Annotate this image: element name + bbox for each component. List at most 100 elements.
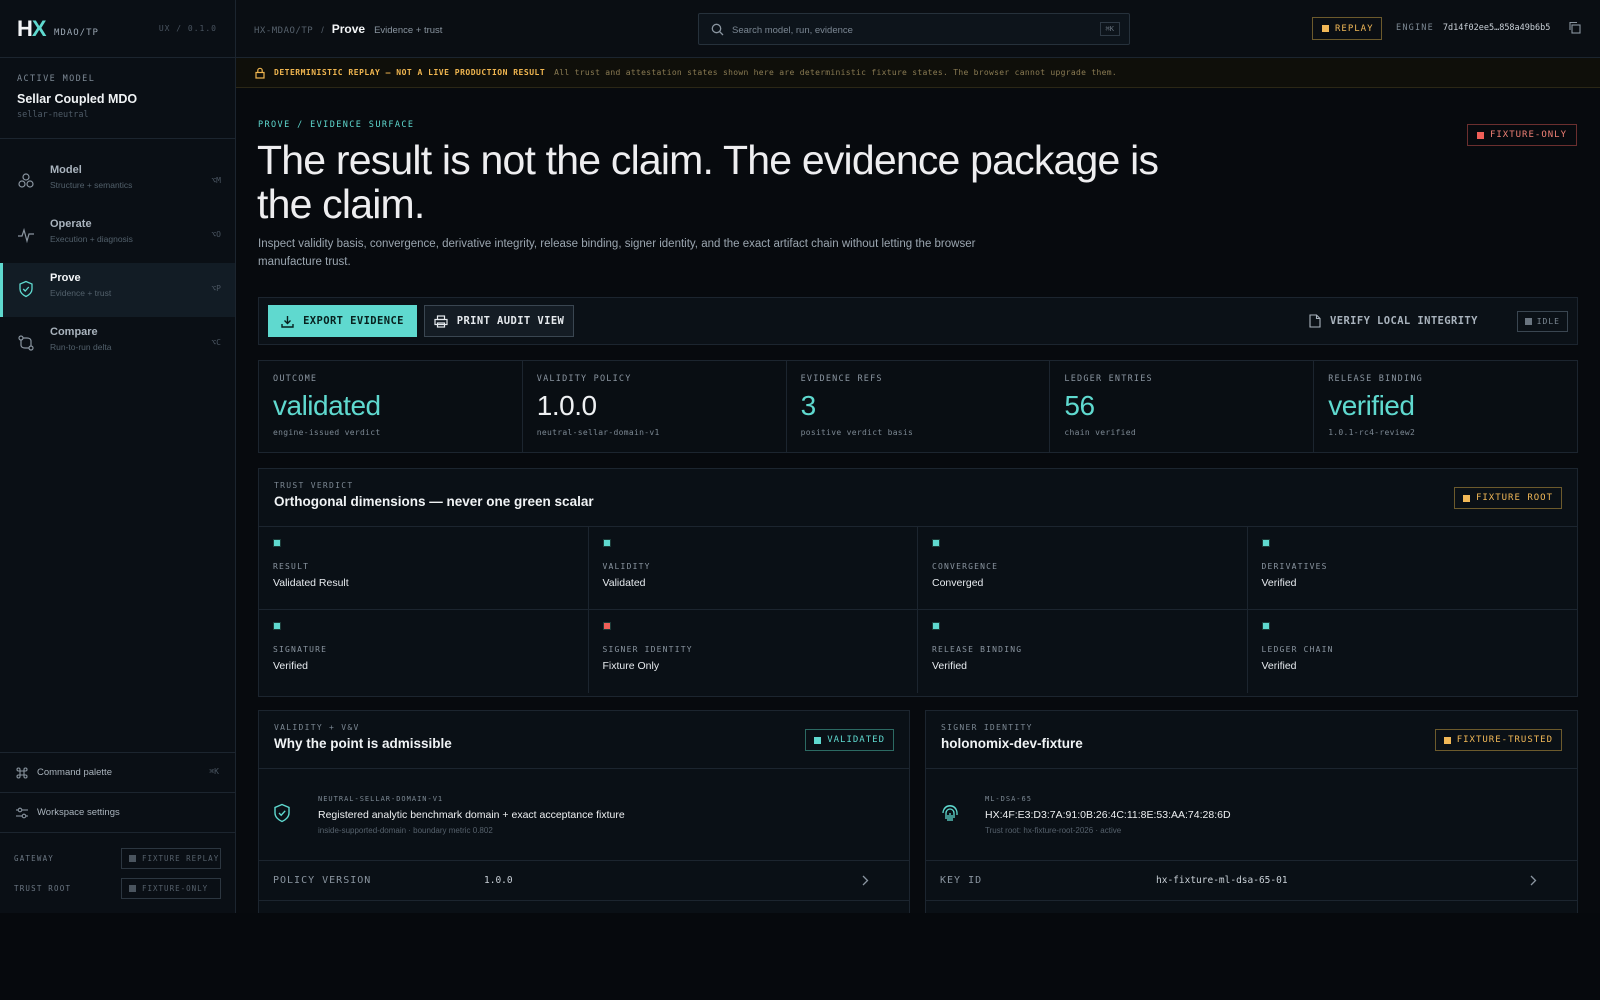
page-description: Inspect validity basis, convergence, der… xyxy=(258,238,976,268)
shortcut-hint: ⌥C xyxy=(211,338,221,347)
command-palette-button[interactable]: Command palette ⌘K xyxy=(0,752,235,792)
lock-icon xyxy=(255,67,265,79)
print-audit-view-button[interactable]: PRINT AUDIT VIEW xyxy=(424,305,574,337)
breadcrumb-root[interactable]: HX-MDAO/TP xyxy=(254,26,313,36)
active-model-name: Sellar Coupled MDO xyxy=(17,92,138,106)
fixture-trusted-badge: FIXTURE-TRUSTED xyxy=(1434,729,1562,751)
policy-version-row[interactable]: POLICY VERSION 1.0.0 xyxy=(259,861,909,901)
brand-header: HX MDAO/TP UX / 0.1.0 xyxy=(0,0,235,58)
engine-info: ENGINE 7d14f02ee5…858a49b6b5 xyxy=(1396,23,1550,33)
brand-subtitle: MDAO/TP xyxy=(54,28,99,38)
panel-eyebrow: VALIDITY + V&V xyxy=(274,723,360,732)
hx-logo[interactable]: HX xyxy=(17,16,47,42)
validity-panel: VALIDITY + V&V Why the point is admissib… xyxy=(258,710,910,913)
metric-sub: chain verified xyxy=(1064,428,1137,437)
replay-warning-banner: DETERMINISTIC REPLAY — NOT A LIVE PRODUC… xyxy=(236,58,1600,88)
metric-value: 3 xyxy=(800,390,817,421)
trust-cell-release-binding: RELEASE BINDING Verified xyxy=(918,610,1248,693)
shield-check-icon xyxy=(19,280,33,298)
export-evidence-button[interactable]: EXPORT EVIDENCE xyxy=(268,305,417,337)
compare-icon xyxy=(18,335,34,351)
engine-hash: 7d14f02ee5…858a49b6b5 xyxy=(1442,23,1551,33)
metric-sub: positive verdict basis xyxy=(800,428,914,437)
sidebar: HX MDAO/TP UX / 0.1.0 ACTIVE MODEL Sella… xyxy=(0,0,236,913)
metric-value: verified xyxy=(1328,390,1415,421)
status-dot xyxy=(932,622,940,630)
trust-root-status-row: TRUST ROOT FIXTURE-ONLY xyxy=(14,873,221,903)
shortcut-hint: ⌘K xyxy=(209,767,219,776)
dimension-value: Validated xyxy=(602,577,646,589)
integrity-status-badge: IDLE xyxy=(1516,311,1568,332)
workspace-settings-label: Workspace settings xyxy=(37,807,120,818)
policy-tag: NEUTRAL-SELLAR-DOMAIN-V1 xyxy=(318,795,444,803)
metric-sub: 1.0.1-rc4-review2 xyxy=(1328,428,1416,437)
printer-icon xyxy=(434,314,448,328)
search-icon xyxy=(711,23,724,36)
sidebar-item-sub: Execution + diagnosis xyxy=(50,234,133,244)
metric-validity-policy: VALIDITY POLICY 1.0.0 neutral-sellar-dom… xyxy=(523,361,787,452)
search-box[interactable]: ⌘K xyxy=(698,13,1130,45)
engine-label: ENGINE xyxy=(1396,23,1434,33)
breadcrumb-sub: Evidence + trust xyxy=(374,25,443,36)
trust-verdict-panel: TRUST VERDICT Orthogonal dimensions — ne… xyxy=(258,468,1578,697)
dimension-value: Converged xyxy=(932,577,984,589)
sidebar-item-prove[interactable]: Prove Evidence + trust ⌥P xyxy=(0,263,235,317)
metric-label: RELEASE BINDING xyxy=(1328,374,1423,384)
trust-dimension-grid: RESULT Validated Result VALIDITY Validated… xyxy=(259,527,1577,693)
panel-title: Orthogonal dimensions — never one green … xyxy=(274,494,594,509)
validity-basis-sub: inside-supported-domain · boundary metri… xyxy=(318,826,493,835)
chevron-right-icon xyxy=(862,875,869,886)
molecule-icon xyxy=(18,173,34,188)
dimension-value: Verified xyxy=(932,660,968,672)
panel-title: Why the point is admissible xyxy=(274,736,452,751)
active-model-label: ACTIVE MODEL xyxy=(17,74,96,84)
metric-label: VALIDITY POLICY xyxy=(536,374,632,384)
sidebar-item-title: Model xyxy=(50,164,82,176)
dimension-value: Verified xyxy=(273,660,309,672)
shortcut-hint: ⌥O xyxy=(211,230,221,239)
search-shortcut: ⌘K xyxy=(1099,22,1120,36)
metric-ledger-entries: LEDGER ENTRIES 56 chain verified xyxy=(1050,361,1315,452)
gateway-badge: FIXTURE REPLAY xyxy=(121,847,221,869)
status-dot xyxy=(602,622,611,630)
dimension-value: Verified xyxy=(1261,660,1297,672)
sidebar-item-model[interactable]: Model Structure + semantics ⌥M xyxy=(0,155,235,209)
search-input[interactable] xyxy=(732,22,1072,38)
breadcrumb-separator: / xyxy=(321,25,324,35)
verify-local-integrity-button[interactable]: VERIFY LOCAL INTEGRITY xyxy=(1309,314,1478,328)
row-label: KEY ID xyxy=(940,875,983,886)
shield-check-icon xyxy=(274,803,290,823)
dimension-label: VALIDITY xyxy=(602,562,651,571)
topbar: HX-MDAO/TP / Prove Evidence + trust ⌘K R… xyxy=(236,0,1600,58)
download-icon xyxy=(281,315,294,328)
banner-text: All trust and attestation states shown h… xyxy=(554,68,1117,77)
panel-eyebrow: TRUST VERDICT xyxy=(274,481,354,490)
dimension-label: CONVERGENCE xyxy=(932,562,999,571)
signer-fingerprint: ML-DSA-65 HX:4F:E3:D3:7A:91:0B:26:4C:11:… xyxy=(926,769,1577,861)
row-value: hx-fixture-ml-dsa-65-01 xyxy=(1156,875,1288,886)
panel-header: VALIDITY + V&V Why the point is admissib… xyxy=(259,711,909,769)
chevron-right-icon xyxy=(1530,875,1537,886)
gateway-label: GATEWAY xyxy=(14,853,55,863)
active-model-card[interactable]: ACTIVE MODEL Sellar Coupled MDO sellar-n… xyxy=(0,58,235,139)
dimension-label: LEDGER CHAIN xyxy=(1261,645,1334,654)
sidebar-item-sub: Evidence + trust xyxy=(50,288,112,298)
copy-icon[interactable] xyxy=(1568,21,1581,34)
panel-header: TRUST VERDICT Orthogonal dimensions — ne… xyxy=(259,469,1577,527)
metric-evidence-refs: EVIDENCE REFS 3 positive verdict basis xyxy=(787,361,1051,452)
dimension-label: DERIVATIVES xyxy=(1261,562,1328,571)
metric-label: EVIDENCE REFS xyxy=(800,374,883,384)
sidebar-item-title: Compare xyxy=(50,326,98,338)
shortcut-hint: ⌥M xyxy=(211,176,221,185)
metrics-strip: OUTCOME validated engine-issued verdict … xyxy=(258,360,1578,453)
workspace-settings-button[interactable]: Workspace settings xyxy=(0,792,235,832)
sidebar-item-operate[interactable]: Operate Execution + diagnosis ⌥O xyxy=(0,209,235,263)
validated-badge: VALIDATED xyxy=(805,729,894,751)
trust-cell-signature: SIGNATURE Verified xyxy=(259,610,589,693)
replay-badge[interactable]: REPLAY xyxy=(1312,17,1382,40)
app-version: UX / 0.1.0 xyxy=(158,24,217,33)
sidebar-item-compare[interactable]: Compare Run-to-run delta ⌥C xyxy=(0,317,235,371)
key-id-row[interactable]: KEY ID hx-fixture-ml-dsa-65-01 xyxy=(926,861,1577,901)
metric-sub: engine-issued verdict xyxy=(273,428,381,437)
sidebar-item-sub: Run-to-run delta xyxy=(50,342,112,352)
